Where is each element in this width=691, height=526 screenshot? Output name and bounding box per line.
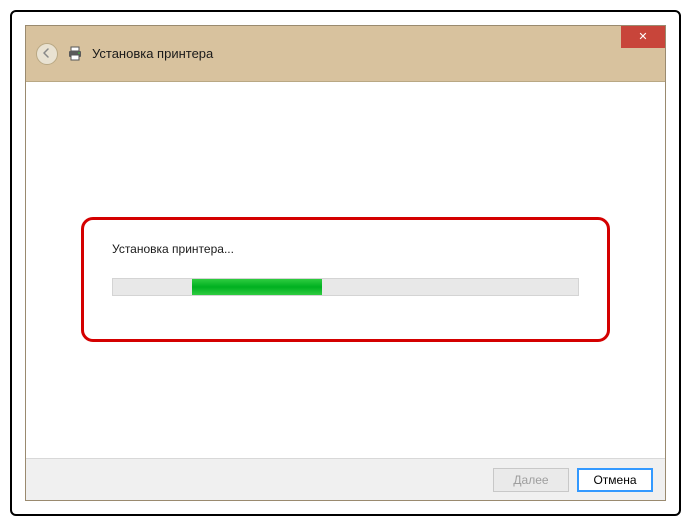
- progress-fill: [192, 279, 322, 295]
- next-button: Далее: [493, 468, 569, 492]
- back-button[interactable]: [36, 43, 58, 65]
- window-title: Установка принтера: [92, 46, 213, 61]
- wizard-footer: Далее Отмена: [26, 458, 665, 500]
- wizard-content: Установка принтера...: [26, 82, 665, 458]
- printer-icon: [66, 45, 84, 63]
- arrow-left-icon: [42, 46, 52, 61]
- screenshot-frame: Установка принтера Установка принтера...…: [10, 10, 681, 516]
- titlebar: Установка принтера: [26, 26, 665, 82]
- wizard-window: Установка принтера Установка принтера...…: [25, 25, 666, 501]
- highlight-annotation: Установка принтера...: [81, 217, 610, 342]
- close-button[interactable]: [621, 26, 665, 48]
- cancel-button[interactable]: Отмена: [577, 468, 653, 492]
- progress-bar: [112, 278, 579, 296]
- status-text: Установка принтера...: [112, 242, 579, 256]
